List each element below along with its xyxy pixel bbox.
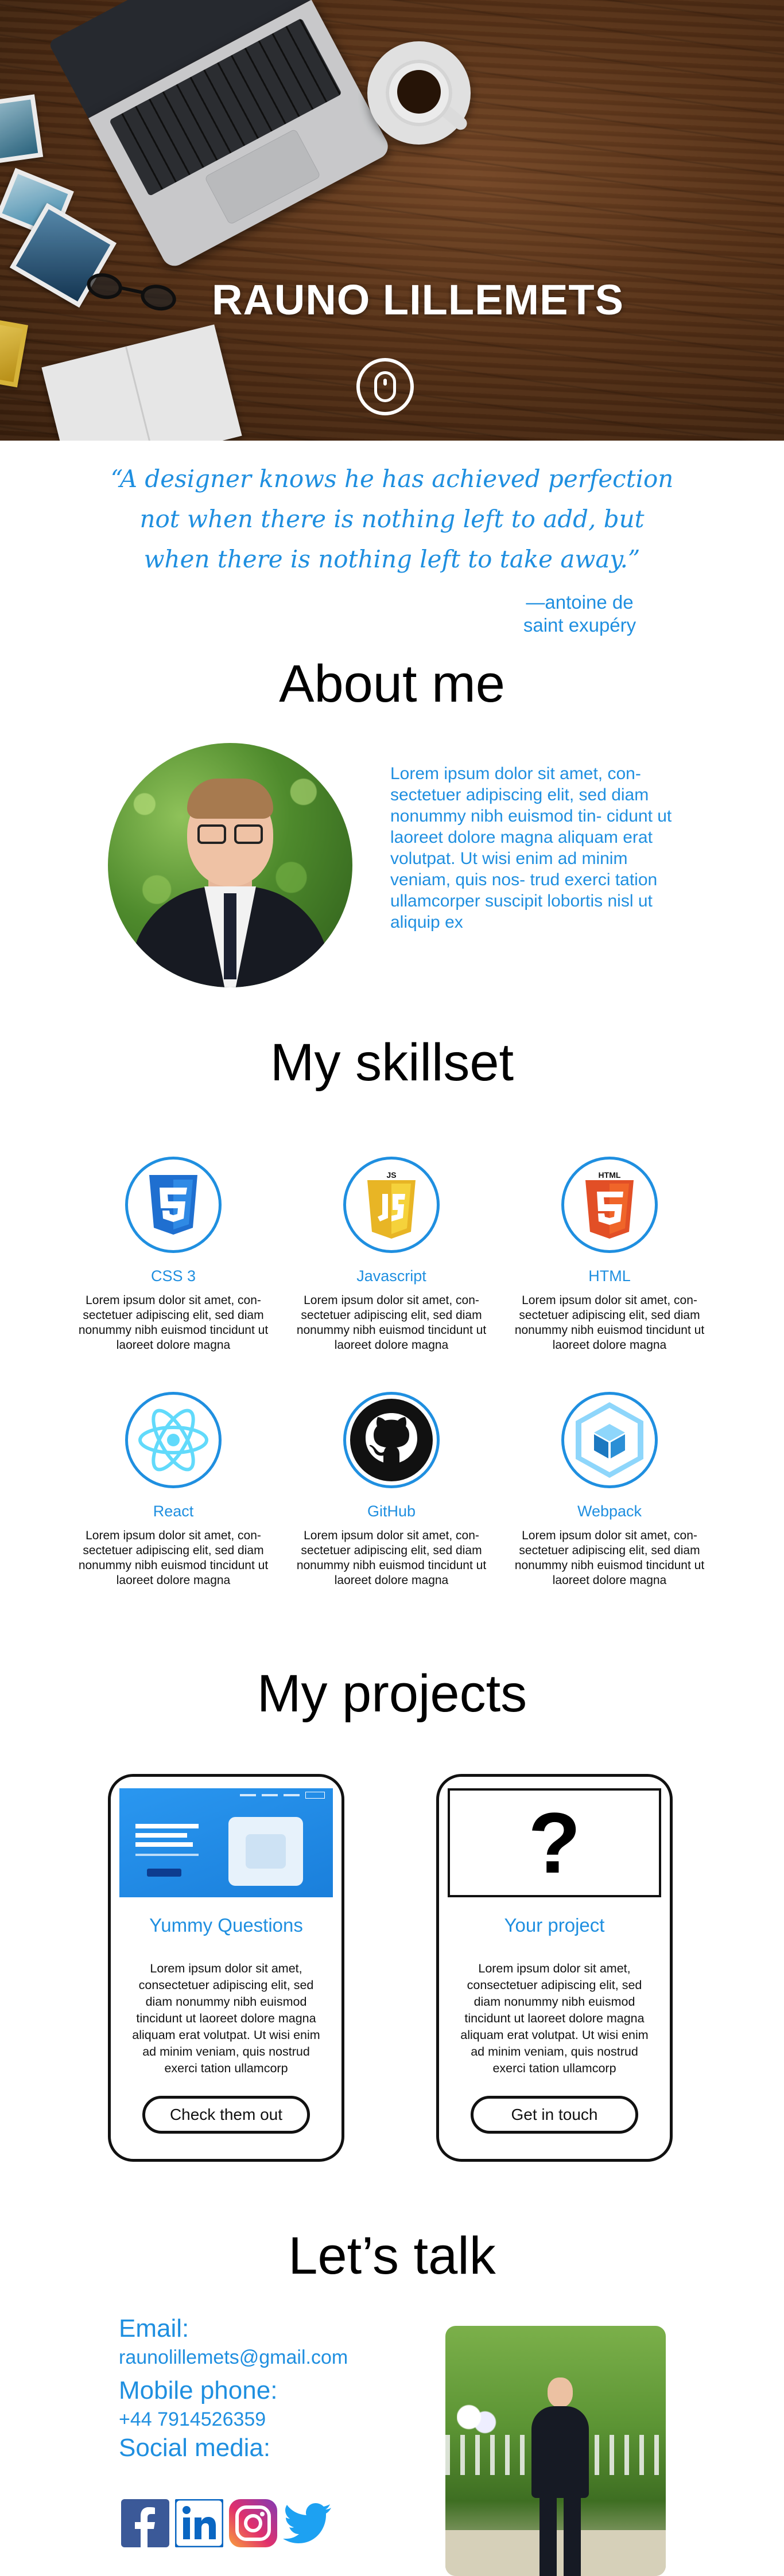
phone-label: Mobile phone: (119, 2376, 278, 2404)
project-description: Lorem ipsum dolor sit amet, consectetuer… (132, 1962, 320, 2075)
get-in-touch-button[interactable]: Get in touch (471, 2096, 638, 2134)
skill-github: GitHub Lorem ipsum dolor sit amet, con- … (294, 1392, 489, 1588)
project-screenshot[interactable] (119, 1788, 333, 1897)
skill-description: Lorem ipsum dolor sit amet, con- sectetu… (78, 1529, 269, 1587)
html-badge: HTML (599, 1171, 621, 1180)
question-mark-placeholder: ? (448, 1788, 661, 1897)
skill-html: HTML HTML Lorem ipsum dolor sit amet, co… (512, 1157, 707, 1353)
project-title: Your project (504, 1915, 605, 1936)
skill-description: Lorem ipsum dolor sit amet, con- sectetu… (296, 1529, 487, 1587)
profile-photo (108, 743, 352, 987)
webpack-icon (561, 1392, 658, 1488)
javascript-icon: JS (343, 1157, 440, 1253)
social-links (121, 2499, 332, 2548)
javascript-badge: JS (386, 1171, 396, 1180)
social-label: Social media: (119, 2434, 271, 2462)
skill-description: Lorem ipsum dolor sit amet, con- sectetu… (514, 1529, 705, 1587)
phone-link[interactable]: +44 7914526359 (119, 2408, 266, 2431)
skill-name: GitHub (367, 1503, 416, 1520)
skill-name: CSS 3 (150, 1267, 196, 1285)
skill-name: Webpack (577, 1503, 642, 1520)
email-label: Email: (119, 2314, 189, 2342)
skill-react: React Lorem ipsum dolor sit amet, con- s… (76, 1392, 271, 1588)
react-icon (125, 1392, 222, 1488)
quote-author-line: —antoine de (526, 592, 634, 613)
html5-icon: HTML (561, 1157, 658, 1253)
about-title: About me (279, 655, 505, 713)
skill-name: Javascript (356, 1267, 426, 1285)
skill-javascript: JS Javascript Lorem ipsum dolor sit amet… (294, 1157, 489, 1353)
github-icon (343, 1392, 440, 1488)
quote-text: “A designer knows he has achieved perfec… (110, 465, 674, 573)
hero-title: RAUNO LILLEMETS (212, 276, 624, 324)
css3-icon (125, 1157, 222, 1253)
check-them-out-button[interactable]: Check them out (142, 2096, 310, 2134)
project-description: Lorem ipsum dolor sit amet, consectetuer… (460, 1962, 649, 2075)
instagram-icon[interactable] (228, 2499, 278, 2548)
skill-description: Lorem ipsum dolor sit amet, con- sectetu… (514, 1294, 705, 1352)
quote-author: —antoine de saint exupéry (505, 591, 654, 637)
hero-banner: RAUNO LILLEMETS (0, 0, 784, 441)
project-card-your-project: ? Your project Lorem ipsum dolor sit ame… (436, 1774, 673, 2162)
about-text: Lorem ipsum dolor sit amet, con- sectetu… (390, 764, 672, 932)
skill-name: HTML (588, 1267, 631, 1285)
skill-webpack: Webpack Lorem ipsum dolor sit amet, con-… (512, 1392, 707, 1588)
project-card-yummy: Yummy Questions Lorem ipsum dolor sit am… (108, 1774, 344, 2162)
contact-photo (445, 2326, 666, 2576)
skill-description: Lorem ipsum dolor sit amet, con- sectetu… (296, 1294, 487, 1352)
skill-css3: CSS 3 Lorem ipsum dolor sit amet, con- s… (76, 1157, 271, 1353)
projects-title: My projects (257, 1664, 527, 1723)
quote-author-line: saint exupéry (523, 614, 636, 636)
skills-title: My skillset (270, 1033, 514, 1092)
twitter-icon[interactable] (282, 2499, 332, 2548)
skill-description: Lorem ipsum dolor sit amet, con- sectetu… (78, 1294, 269, 1352)
project-title: Yummy Questions (149, 1915, 303, 1936)
mouse-icon[interactable] (356, 358, 414, 415)
skill-name: React (153, 1503, 194, 1520)
contact-title: Let’s talk (288, 2227, 496, 2285)
email-link[interactable]: raunolillemets@gmail.com (119, 2347, 348, 2369)
linkedin-icon[interactable] (174, 2499, 224, 2548)
facebook-icon[interactable] (121, 2499, 170, 2548)
